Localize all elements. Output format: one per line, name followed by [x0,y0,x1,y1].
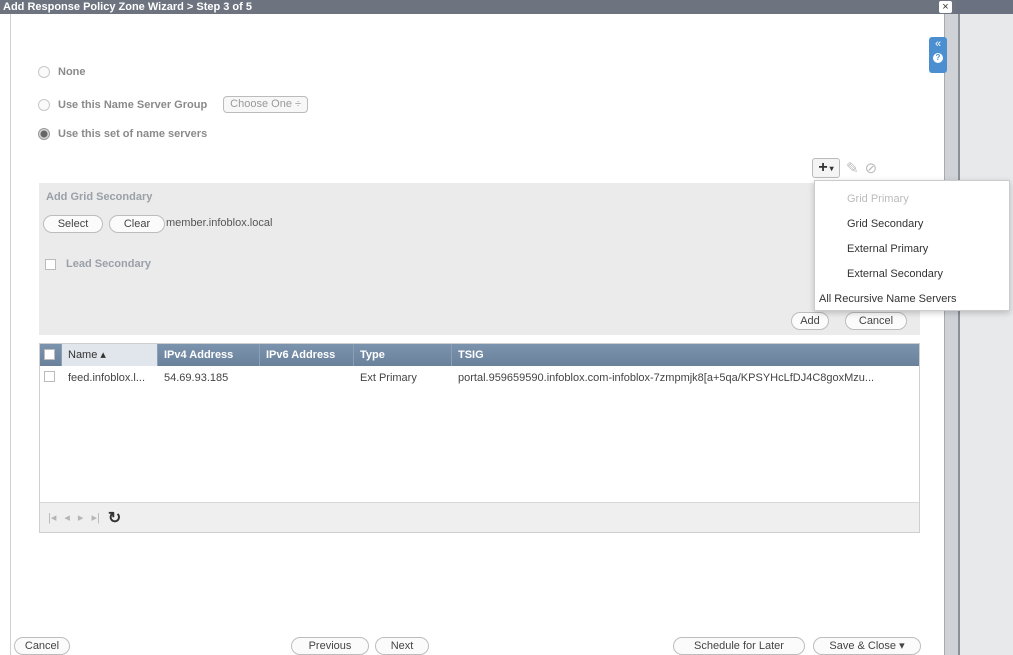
refresh-icon[interactable]: ↻ [108,508,121,528]
delete-icon[interactable]: ⊘ [865,159,878,177]
menu-item-grid-primary: Grid Primary [847,193,909,205]
select-all-cell [40,344,62,366]
add-button[interactable]: + ▾ [812,158,840,178]
titlebar-strip [956,0,1013,14]
menu-item-grid-secondary[interactable]: Grid Secondary [847,218,923,230]
section-title: Add Grid Secondary [46,191,153,203]
last-page-icon[interactable]: ▸| [91,511,99,524]
panel-right-border [944,14,958,655]
clear-button[interactable]: Clear [109,215,165,233]
wizard-title: Add Response Policy Zone Wizard > Step 3… [3,1,252,13]
schedule-button[interactable]: Schedule for Later [673,637,805,655]
save-close-button[interactable]: Save & Close ▾ [813,637,921,655]
select-all-checkbox[interactable] [44,349,55,360]
option-none-label: None [58,66,86,78]
cancel-secondary-button[interactable]: Cancel [845,312,907,330]
nsgroup-select[interactable]: Choose One ÷ [223,96,309,113]
add-grid-secondary-section: Add Grid Secondary Select Clear member.i… [39,183,920,335]
column-name[interactable]: Name ▴ [62,344,158,366]
column-ipv6[interactable]: IPv6 Address [260,344,354,366]
row-checkbox-cell [40,371,62,385]
option-none[interactable]: None [38,66,86,78]
menu-item-external-primary[interactable]: External Primary [847,243,928,255]
wizard-titlebar: Add Response Policy Zone Wizard > Step 3… [0,0,1013,14]
radio-nsgroup[interactable] [38,98,50,111]
menu-item-all-recursive[interactable]: All Recursive Name Servers [819,293,957,305]
row-checkbox[interactable] [44,371,55,382]
background-window [958,14,1013,655]
close-icon[interactable]: × [939,1,952,13]
row-type: Ext Primary [360,372,417,384]
member-name: member.infoblox.local [166,217,273,229]
previous-button[interactable]: Previous [291,637,369,655]
add-nameserver-menu: Grid Primary Grid Secondary External Pri… [814,180,1010,311]
collapse-icon[interactable]: « [935,38,941,50]
option-nameserver-set[interactable]: Use this set of name servers [38,128,207,140]
help-icon[interactable]: ? [933,53,943,63]
column-type[interactable]: Type [354,344,452,366]
menu-item-external-secondary[interactable]: External Secondary [847,268,943,280]
column-ipv4[interactable]: IPv4 Address [158,344,260,366]
plus-icon: + [818,159,828,176]
nameserver-toolbar: + ▾ ✎ ⊘ [812,156,922,180]
first-page-icon[interactable]: |◂ [48,511,56,524]
radio-none[interactable] [38,66,50,78]
lead-secondary-option[interactable]: Lead Secondary [45,258,151,270]
column-tsig[interactable]: TSIG [452,344,919,366]
collapse-help-button[interactable]: « ? [929,37,947,73]
radio-nameserver-set[interactable] [38,128,50,140]
lead-secondary-checkbox[interactable] [45,258,56,270]
option-nsgroup[interactable]: Use this Name Server Group Choose One ÷ [38,96,309,113]
row-tsig: portal.959659590.infoblox.com-infoblox-7… [458,372,875,384]
edit-icon[interactable]: ✎ [846,159,859,177]
lead-secondary-label: Lead Secondary [66,258,151,270]
table-header: Name ▴ IPv4 Address IPv6 Address Type TS… [40,344,919,366]
prev-page-icon[interactable]: ◂ [64,511,70,524]
chevron-down-icon: ▾ [829,163,834,173]
table-row[interactable]: feed.infoblox.l... 54.69.93.185 Ext Prim… [40,368,919,388]
add-secondary-button[interactable]: Add [791,312,829,330]
next-button[interactable]: Next [375,637,429,655]
table-pager: |◂ ◂ ▸ ▸| ↻ [40,502,919,532]
nameserver-table: Name ▴ IPv4 Address IPv6 Address Type TS… [39,343,920,533]
option-set-label: Use this set of name servers [58,128,208,140]
cancel-button[interactable]: Cancel [14,637,70,655]
next-page-icon[interactable]: ▸ [78,511,84,524]
row-name: feed.infoblox.l... [68,372,146,384]
row-ipv4: 54.69.93.185 [164,372,229,384]
select-button[interactable]: Select [43,215,103,233]
option-nsgroup-label: Use this Name Server Group [58,98,208,111]
